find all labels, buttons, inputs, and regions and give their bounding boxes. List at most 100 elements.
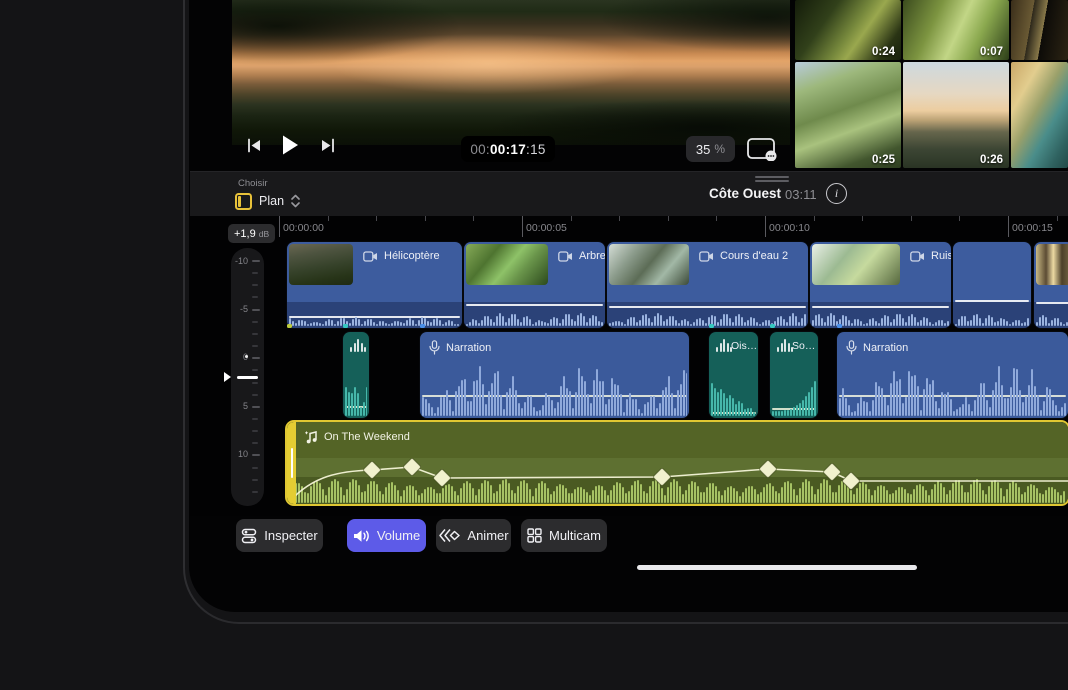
camera-icon: [699, 251, 714, 262]
ruler-time-label: 00:00:00: [283, 222, 324, 234]
ruler-time-label: 00:00:15: [1012, 222, 1053, 234]
project-duration: 03:11: [785, 187, 817, 202]
video-clip-partial[interactable]: [1034, 242, 1068, 328]
volume-keyframe[interactable]: [363, 461, 381, 479]
video-clip-thumbnail: [289, 244, 353, 285]
audio-clip-waveform: [422, 360, 687, 416]
clip-connection-dot: [709, 324, 714, 328]
video-clip-waveform: [812, 310, 949, 326]
slider-handle[interactable]: [237, 376, 258, 379]
slider-tick: [252, 454, 260, 456]
volume-button[interactable]: Volume: [347, 519, 426, 552]
music-note-icon: [305, 430, 318, 444]
animer-button[interactable]: Animer: [436, 519, 511, 552]
ruler-major-tick: [1008, 216, 1009, 237]
slider-tick: [252, 296, 258, 298]
browser-clip-thumbnail[interactable]: 0:24: [795, 0, 901, 60]
ruler-minor-tick: [959, 216, 960, 221]
browser-clip-thumbnail[interactable]: [1011, 62, 1068, 168]
slider-tick: [252, 442, 258, 444]
timeline[interactable]: 00:00:0000:00:0500:00:1000:00:15 +1,9 dB…: [190, 216, 1068, 516]
volume-keyframe[interactable]: [842, 472, 860, 490]
ruler-minor-tick: [425, 216, 426, 221]
slider-tick: [252, 418, 258, 420]
volume-value: +1,9: [234, 228, 256, 240]
audio-clip-narration[interactable]: Narration: [420, 332, 689, 418]
browser-clip-thumbnail[interactable]: 0:07: [903, 0, 1009, 60]
viewer-video-frame[interactable]: [232, 0, 790, 145]
audio-clip-fx[interactable]: Ois…: [709, 332, 758, 418]
ruler-minor-tick: [862, 216, 863, 221]
video-clip-thumbnail: [1036, 244, 1068, 285]
clip-icon: [235, 193, 252, 210]
clip-volume-line[interactable]: [955, 300, 1029, 302]
multicam-button[interactable]: Multicam: [521, 519, 607, 552]
volume-keyframe[interactable]: [653, 468, 671, 486]
timecode-display[interactable]: 00:00:17:15: [461, 136, 555, 162]
audio-clip-fx[interactable]: [343, 332, 369, 418]
audio-clip-waveform: [345, 374, 367, 416]
ruler-time-label: 00:00:05: [526, 222, 567, 234]
video-clip-name: Arbre…: [558, 250, 605, 262]
volume-keyframe[interactable]: [759, 460, 777, 478]
button-label: Inspecter: [264, 528, 317, 543]
ruler-minor-tick: [668, 216, 669, 221]
music-clip-on-the-weekend[interactable]: On The Weekend: [287, 422, 1068, 504]
camera-icon: [363, 251, 378, 262]
skip-forward-button[interactable]: [319, 137, 336, 154]
audio-clip-name: Narration: [429, 340, 491, 355]
ruler-minor-tick: [716, 216, 717, 221]
info-button[interactable]: i: [826, 183, 847, 204]
inspecter-button[interactable]: Inspecter: [236, 519, 323, 552]
slider-handle-arrow[interactable]: [224, 372, 231, 382]
ruler-major-tick: [765, 216, 766, 237]
audio-clip-waveform: [711, 378, 756, 416]
viewer-overlay-button[interactable]: [746, 137, 778, 161]
skip-back-button[interactable]: [246, 137, 263, 154]
browser-clip-thumbnail[interactable]: 0:26: [903, 62, 1009, 168]
home-indicator[interactable]: [637, 565, 917, 570]
slider-scale-label: -5: [240, 304, 248, 314]
choose-label: Choisir: [238, 178, 268, 189]
zoom-unit: %: [714, 142, 725, 156]
volume-slider[interactable]: -10-50510: [231, 248, 264, 506]
clip-trim-handle-left[interactable]: [287, 422, 296, 504]
browser-clip-thumbnail[interactable]: 0:25: [795, 62, 901, 168]
video-clip-0[interactable]: Hélicoptère: [287, 242, 462, 328]
clip-volume-line[interactable]: [812, 306, 949, 308]
panel-drag-handle[interactable]: [755, 176, 789, 184]
video-clip-thumbnail: [812, 244, 900, 285]
clip-volume-line[interactable]: [1036, 302, 1068, 304]
ruler-minor-tick: [1057, 216, 1058, 221]
clip-volume-line[interactable]: [466, 304, 603, 306]
play-button[interactable]: [281, 134, 300, 156]
video-clip-thumbnail: [609, 244, 689, 285]
video-clip-3[interactable]: Ruiss…: [810, 242, 951, 328]
video-clip-partial[interactable]: [953, 242, 1031, 328]
slider-tick: [252, 491, 258, 493]
video-clip-2[interactable]: Cours d'eau 2: [607, 242, 808, 328]
audio-clip-waveform: [839, 360, 1066, 416]
slider-tick: [252, 467, 258, 469]
viewer-zoom-control[interactable]: 35 %: [686, 136, 735, 162]
volume-keyframe[interactable]: [403, 458, 421, 476]
audio-clip-narration[interactable]: Narration: [837, 332, 1068, 418]
button-label: Multicam: [549, 528, 601, 543]
video-clip-waveform: [955, 311, 1029, 326]
slider-scale-label: -10: [235, 256, 248, 266]
slider-scale-label: 5: [243, 401, 248, 411]
volume-keyframe[interactable]: [433, 469, 451, 487]
audio-clip-fx[interactable]: So…: [770, 332, 818, 418]
slider-tick: [252, 345, 258, 347]
clip-type-selector[interactable]: Plan: [235, 191, 300, 211]
clip-connection-dot: [287, 324, 292, 328]
camera-icon: [910, 251, 925, 262]
volume-keyframe[interactable]: [823, 463, 841, 481]
timeline-ruler[interactable]: 00:00:0000:00:0500:00:1000:00:15: [190, 216, 1068, 242]
video-clip-1[interactable]: Arbre…: [464, 242, 605, 328]
slider-tick: [252, 394, 258, 396]
browser-clip-thumbnail[interactable]: [1011, 0, 1068, 60]
clip-volume-line[interactable]: [609, 306, 806, 308]
slider-tick: [252, 309, 260, 311]
clip-duration: 0:26: [980, 154, 1003, 166]
